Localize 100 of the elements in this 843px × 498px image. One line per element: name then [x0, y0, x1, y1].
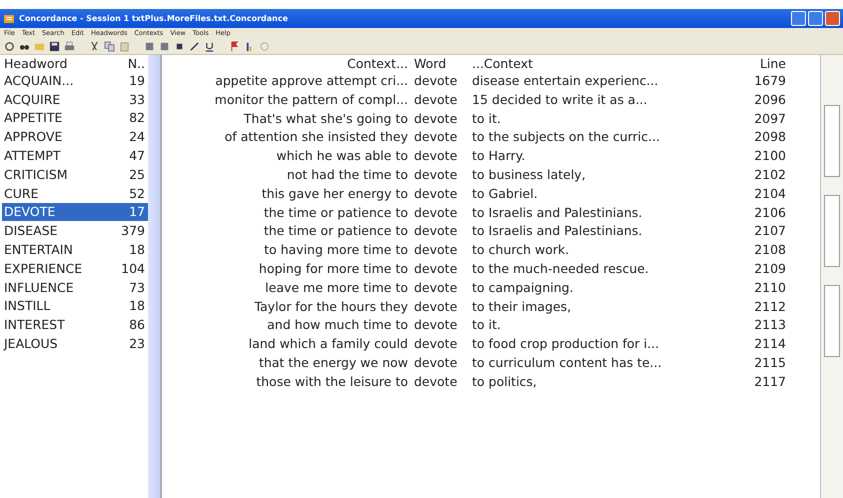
table-cell-text: devote — [414, 354, 458, 372]
side-tab[interactable] — [824, 195, 840, 267]
table-cell-text: 2098 — [753, 128, 786, 146]
table-cell-text: appetite approve attempt cri... — [214, 72, 409, 90]
copy-icon[interactable] — [104, 40, 115, 52]
table-cell-text: devote — [414, 72, 458, 90]
table-cell-text: devote — [414, 166, 458, 184]
table-cell-text: 2102 — [753, 166, 786, 184]
close-button[interactable] — [825, 11, 840, 26]
headword-row[interactable]: CURE 52 — [2, 184, 148, 203]
table-cell-text: the time or patience to — [262, 222, 409, 240]
table-cell-text: devote — [414, 222, 458, 240]
headword-row[interactable]: APPETITE 82 — [2, 108, 148, 128]
table-cell-text: to it. — [472, 110, 502, 128]
headword-row[interactable]: EXPERIENCE 104 — [2, 258, 148, 278]
table-cell-text: devote — [414, 147, 458, 166]
headword-row[interactable]: INSTILL 18 — [2, 296, 148, 316]
headword-row[interactable]: INTEREST 86 — [2, 315, 148, 334]
column-header[interactable]: Word — [414, 56, 472, 72]
scissors-icon[interactable] — [89, 40, 100, 52]
table-cell-text: 2109 — [753, 260, 786, 278]
headword-row[interactable]: DISEASE 379 — [2, 221, 148, 240]
table-cell-text: 2117 — [753, 372, 786, 391]
table-cell-text: devote — [414, 335, 458, 354]
table-cell-text: and how much time to — [266, 316, 409, 334]
table-cell-text: 2107 — [753, 222, 786, 240]
table-cell-text: land which a family could — [248, 335, 409, 354]
table-cell-text: to campaigning. — [472, 278, 574, 297]
headword-row[interactable]: ENTERTAIN 18 — [2, 240, 148, 259]
headword-row[interactable]: DEVOTE 17 — [2, 202, 148, 222]
table-cell-text: Taylor for the hours they — [253, 298, 409, 316]
table-cell-text: the time or patience to — [262, 204, 409, 222]
table-cell-text: 2115 — [753, 354, 786, 372]
table-cell-text: devote — [414, 184, 458, 203]
table-cell-text: to church work. — [472, 241, 570, 260]
window-title: Concordance - Session 1 txtPlus.MoreFiles.txt.Concordance — [19, 14, 288, 23]
flag-icon[interactable] — [229, 40, 240, 52]
table-cell-text: devote — [414, 372, 458, 391]
table-cell-text: devote — [414, 298, 458, 316]
table-cell-text: 2114 — [753, 335, 786, 354]
table-cell-text: 2106 — [753, 204, 786, 222]
scrollbar[interactable] — [148, 55, 160, 498]
save-icon[interactable] — [49, 40, 60, 52]
table-cell-text: devote — [414, 260, 458, 278]
table-cell-text: disease entertain experienc... — [472, 72, 660, 90]
table-cell-text: devote — [414, 316, 458, 334]
minimize-button[interactable] — [791, 11, 806, 26]
table-cell-text: to food crop production for i... — [472, 335, 660, 354]
table-cell-text: to the subjects on the curric... — [472, 128, 661, 146]
table-cell-text: to Israelis and Palestinians. — [472, 222, 644, 240]
table-cell-text: devote — [414, 90, 458, 109]
table-cell-text: That's what she's going to — [242, 110, 409, 128]
headword-row[interactable]: ACQUIRE 33 — [2, 90, 148, 109]
table-cell-text: 2096 — [753, 90, 786, 109]
column-header[interactable]: Context... — [168, 56, 414, 72]
headword-row[interactable]: APPROVE 24 — [2, 127, 148, 146]
table-cell-text: this gave her energy to — [260, 184, 409, 203]
table-cell-text: to politics, — [472, 372, 538, 391]
table-cell-text: devote — [414, 110, 458, 128]
table-cell-text: to business lately, — [472, 166, 587, 184]
table-cell-text: devote — [414, 204, 458, 222]
headword-row[interactable]: CRITICISM 25 — [2, 164, 148, 184]
column-header[interactable]: ...Context — [472, 56, 744, 72]
table-cell-text: devote — [414, 128, 458, 146]
table-cell-text: 2110 — [753, 278, 786, 297]
column-header[interactable]: Headword — [2, 56, 109, 70]
table-cell-text: to Gabriel. — [472, 184, 539, 203]
table-cell-text: leave me more time to — [264, 278, 409, 297]
table-cell-text: to Israelis and Palestinians. — [472, 204, 644, 222]
table-cell-text: to having more time to — [263, 241, 409, 260]
column-header[interactable]: N.. — [109, 56, 148, 70]
headword-row[interactable]: JEALOUS 23 — [2, 334, 148, 353]
table-cell-text: to Harry. — [472, 147, 526, 166]
headword-row[interactable]: ATTEMPT 47 — [2, 146, 148, 165]
table-cell-text: 2108 — [753, 241, 786, 260]
table-cell-text: devote — [414, 278, 458, 297]
table-cell-text: devote — [414, 241, 458, 260]
table-cell-text: 2104 — [753, 184, 786, 203]
table-cell-text: 2113 — [753, 316, 786, 334]
print-icon[interactable] — [64, 40, 75, 52]
table-cell-text: that the energy we now — [258, 354, 409, 372]
underline-icon[interactable] — [204, 40, 215, 52]
table-cell-text: of attention she insisted they — [224, 128, 409, 146]
side-tab[interactable] — [824, 105, 840, 177]
app-icon — [3, 12, 15, 24]
table-cell-text: to their images, — [472, 298, 572, 316]
headword-row[interactable]: INFLUENCE 73 — [2, 278, 148, 297]
paste-icon[interactable] — [119, 40, 130, 52]
maximize-button[interactable] — [808, 11, 823, 26]
table-cell-text: to curriculum content has te... — [472, 354, 663, 372]
table-cell-text: those with the leisure to — [255, 372, 409, 391]
headword-row[interactable]: ACQUAIN... 19 — [2, 71, 148, 90]
side-tab[interactable] — [824, 285, 840, 357]
table-cell-text: 2100 — [753, 147, 786, 166]
table-cell-text: 2097 — [753, 110, 786, 128]
column-header[interactable]: Line — [744, 56, 786, 72]
table-cell-text: not had the time to — [286, 166, 409, 184]
table-cell-text: to it. — [472, 316, 502, 334]
pen-icon[interactable] — [189, 40, 200, 52]
table-cell-text: which he was able to — [275, 147, 409, 166]
